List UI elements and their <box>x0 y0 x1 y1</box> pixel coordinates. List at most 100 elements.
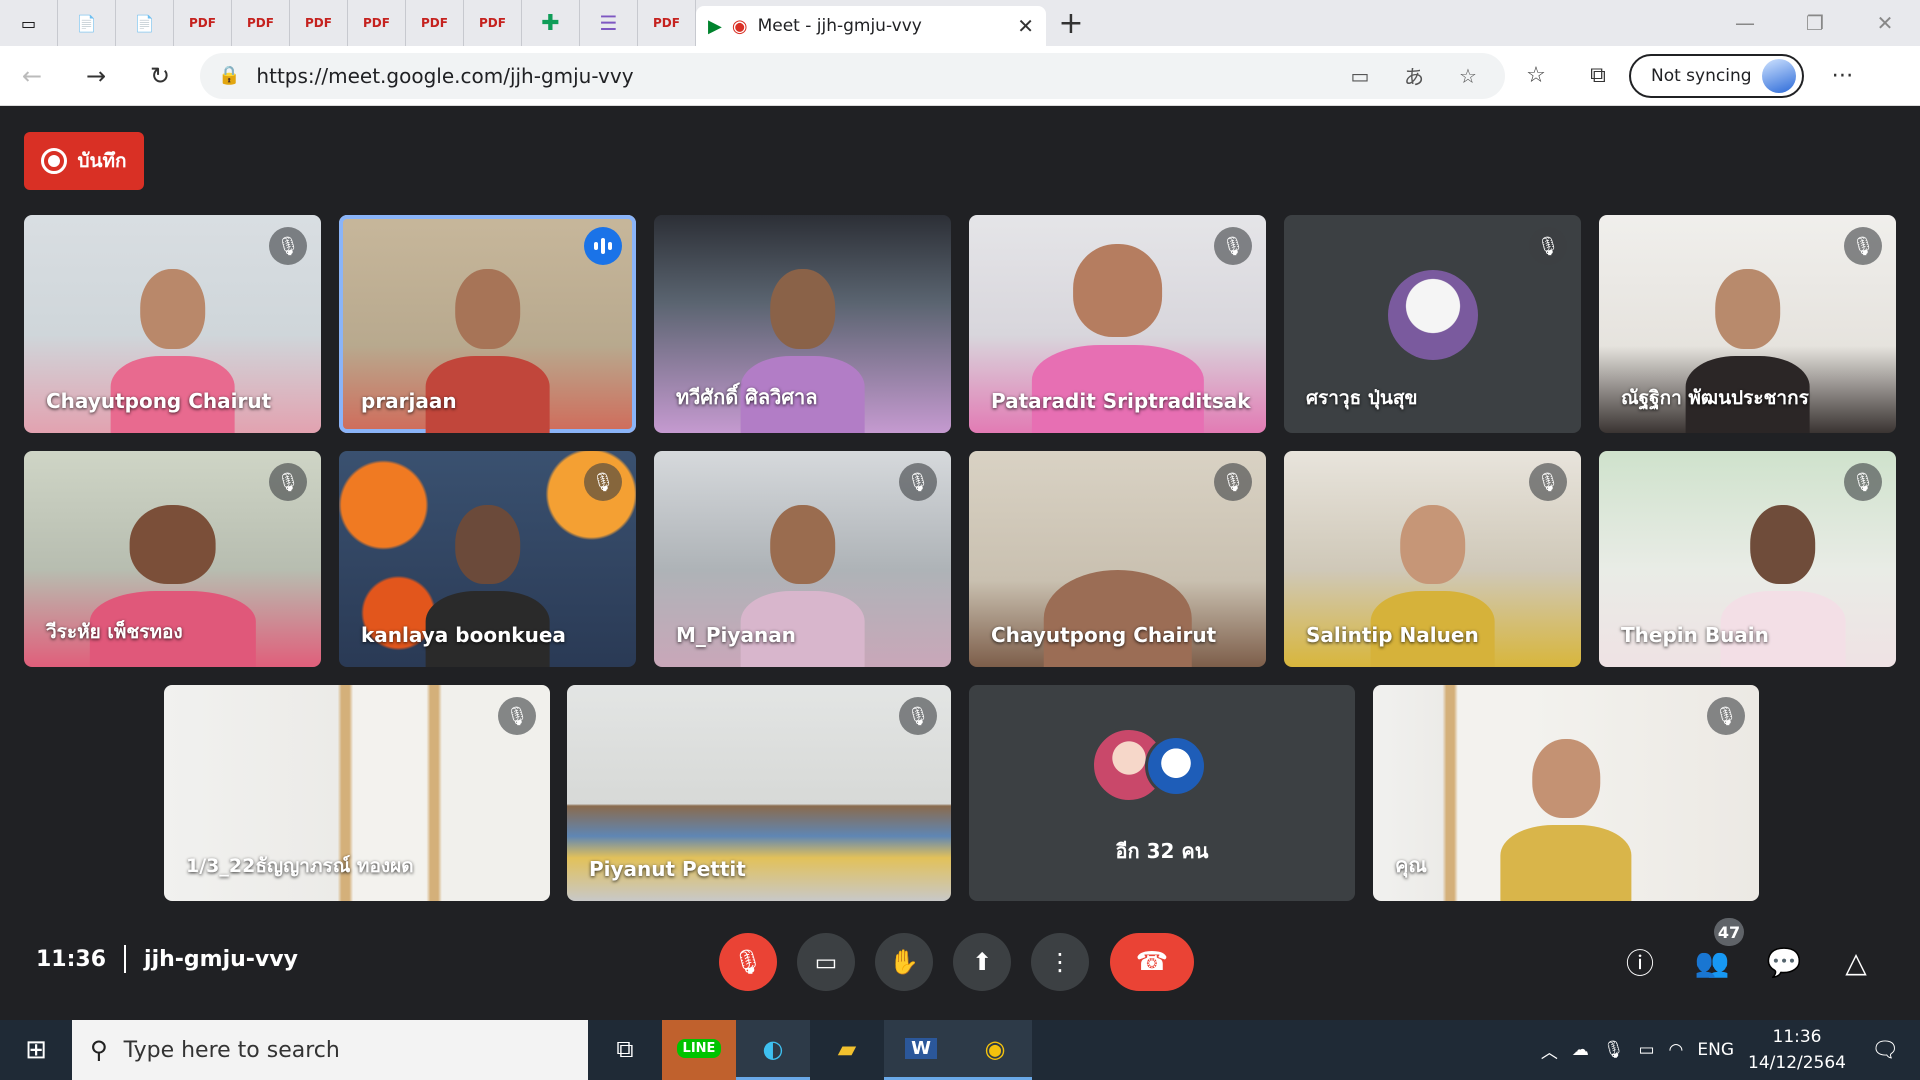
recording-dot-icon: ◉ <box>731 15 748 37</box>
tab-forms[interactable]: ☰ <box>580 0 638 46</box>
collections-icon[interactable]: ⧉ <box>1567 63 1629 88</box>
participant-name: Piyanut Pettit <box>589 857 746 881</box>
more-menu-icon[interactable]: ⋯ <box>1812 63 1874 88</box>
window-close-icon[interactable]: ✕ <box>1850 11 1920 35</box>
address-toolbar: ← → ↻ 🔒 https://meet.google.com/jjh-gmju… <box>0 46 1920 106</box>
activities-icon: △ <box>1845 945 1867 979</box>
participant-tile[interactable]: prarjaan <box>339 215 636 433</box>
participant-name: kanlaya boonkuea <box>361 623 566 647</box>
participant-tile[interactable]: 🎙 ณัฐฐิกา พัฒนประชากร <box>1599 215 1896 433</box>
mic-off-icon: 🎙 <box>899 697 937 735</box>
restore-icon[interactable]: ❐ <box>1780 11 1850 35</box>
tab-sheets[interactable]: ✚ <box>522 0 580 46</box>
taskbar-search[interactable]: ⚲ Type here to search <box>72 1020 588 1080</box>
add-favorite-icon[interactable]: ☆ <box>1449 64 1487 88</box>
participant-tile[interactable]: 🎙 วีระหัย เพ็ชรทอง <box>24 451 321 667</box>
tab-pdf-3[interactable]: PDF <box>290 0 348 46</box>
tab-pdf-7[interactable]: PDF <box>638 0 696 46</box>
profile-sync-button[interactable]: Not syncing <box>1629 53 1804 98</box>
participant-tile[interactable]: 🎙 kanlaya boonkuea <box>339 451 636 667</box>
participant-tile[interactable]: 🎙 Chayutpong Chairut <box>24 215 321 433</box>
participant-name: prarjaan <box>361 389 457 413</box>
record-button[interactable]: บันทึก <box>24 132 144 190</box>
tab-pdf-5[interactable]: PDF <box>406 0 464 46</box>
profile-avatar <box>1761 58 1796 93</box>
activities-button[interactable]: △ <box>1834 940 1878 984</box>
chat-button[interactable]: 💬 <box>1762 940 1806 984</box>
battery-icon[interactable]: ▭ <box>1638 1040 1654 1060</box>
camera-permission-icon[interactable]: ▭ <box>1341 64 1379 88</box>
leave-call-button[interactable]: ☎ <box>1110 933 1194 991</box>
participant-tile[interactable]: 🎙 Chayutpong Chairut <box>969 451 1266 667</box>
mic-off-icon: 🎙 <box>1529 463 1567 501</box>
tab-pdf-6[interactable]: PDF <box>464 0 522 46</box>
address-bar[interactable]: 🔒 https://meet.google.com/jjh-gmju-vvy ▭… <box>200 52 1505 99</box>
forward-button[interactable]: → <box>64 62 128 90</box>
participant-video <box>1043 569 1192 667</box>
chrome-icon: ◉ <box>984 1034 1006 1063</box>
chat-icon: 💬 <box>1766 945 1802 979</box>
present-screen-button[interactable]: ⬆ <box>953 933 1011 991</box>
participant-tile[interactable]: 🎙 Salintip Naluen <box>1284 451 1581 667</box>
favorites-icon[interactable]: ☆ <box>1505 63 1567 88</box>
taskbar-app-explorer[interactable]: ▰ <box>810 1020 884 1080</box>
participant-tile[interactable]: 🎙 Pataradit Sriptraditsak <box>969 215 1266 433</box>
new-tab-button[interactable]: + <box>1046 6 1096 41</box>
self-tile[interactable]: 🎙 คุณ <box>1373 685 1759 901</box>
mic-off-icon: 🎙 <box>498 697 536 735</box>
mic-toggle-button[interactable]: 🎙 <box>719 933 777 991</box>
back-button[interactable]: ← <box>0 62 64 90</box>
chevron-up-icon[interactable]: ︿ <box>1541 1038 1558 1063</box>
participant-tile[interactable]: 🎙 Piyanut Pettit <box>567 685 951 901</box>
participant-tile[interactable]: 🎙 M_Piyanan <box>654 451 951 667</box>
tab-actions-icon[interactable]: ▭ <box>0 0 58 46</box>
translate-icon[interactable]: あ <box>1395 61 1433 90</box>
camera-icon: ▭ <box>814 948 838 976</box>
tab-blank-1[interactable]: 📄 <box>58 0 116 46</box>
taskbar-clock[interactable]: 11:36 14/12/2564 <box>1748 1024 1846 1076</box>
raise-hand-button[interactable]: ✋ <box>875 933 933 991</box>
tab-blank-2[interactable]: 📄 <box>116 0 174 46</box>
taskbar-app-word[interactable]: W <box>884 1020 958 1080</box>
taskbar-app-chrome[interactable]: ◉ <box>958 1020 1032 1080</box>
close-icon[interactable]: ✕ <box>1017 14 1034 38</box>
url-text[interactable]: https://meet.google.com/jjh-gmju-vvy <box>256 64 1325 88</box>
task-view-button[interactable]: ⧉ <box>588 1020 662 1080</box>
mic-off-icon: 🎙 <box>269 227 307 265</box>
lock-icon[interactable]: 🔒 <box>218 65 240 86</box>
camera-toggle-button[interactable]: ▭ <box>797 933 855 991</box>
wifi-icon[interactable]: ◠ <box>1669 1040 1684 1060</box>
participant-name: Salintip Naluen <box>1306 623 1479 647</box>
participants-button[interactable]: 👥 <box>1690 940 1734 984</box>
edge-icon: ◐ <box>762 1034 784 1063</box>
microphone-icon[interactable]: 🎙 <box>1603 1040 1625 1060</box>
refresh-button[interactable]: ↻ <box>128 62 192 90</box>
more-options-button[interactable]: ⋮ <box>1031 933 1089 991</box>
others-tile[interactable]: อีก 32 คน <box>969 685 1355 901</box>
participant-tile[interactable]: 🎙 Thepin Buain <box>1599 451 1896 667</box>
notification-icon[interactable]: 🗨 <box>1860 1038 1910 1063</box>
participant-name: ศราวุธ ปุ่นสุข <box>1306 387 1418 409</box>
cloud-offline-icon[interactable]: ☁ <box>1572 1040 1589 1060</box>
participant-tile[interactable]: 🎙 ศราวุธ ปุ่นสุข <box>1284 215 1581 433</box>
meeting-time: 11:36 <box>36 946 107 972</box>
taskbar-app-edge[interactable]: ◐ <box>736 1020 810 1080</box>
participant-tile[interactable]: 🎙 1/3_22ธัญญาภรณ์ ทองผด <box>164 685 550 901</box>
clock-date: 14/12/2564 <box>1748 1053 1846 1073</box>
meeting-details-button[interactable]: ⓘ <box>1618 940 1662 984</box>
taskbar-app-line[interactable]: LINE <box>662 1020 736 1080</box>
tab-meet-active[interactable]: ▶ ◉ Meet - jjh-gmju-vvy ✕ <box>696 6 1046 46</box>
windows-logo-icon: ⊞ <box>25 1035 47 1065</box>
participant-tile[interactable]: ทวีศักดิ์ ศิลวิศาล <box>654 215 951 433</box>
system-tray: ︿ ☁ 🎙 ▭ ◠ ENG 11:36 14/12/2564 🗨 <box>1541 1024 1920 1076</box>
tab-title: Meet - jjh-gmju-vvy <box>757 16 922 36</box>
folder-icon: ▰ <box>837 1034 857 1063</box>
clock-time: 11:36 <box>1772 1027 1822 1047</box>
meeting-code: jjh-gmju-vvy <box>144 946 298 972</box>
minimize-icon[interactable]: — <box>1710 11 1780 35</box>
tab-pdf-1[interactable]: PDF <box>174 0 232 46</box>
tab-pdf-4[interactable]: PDF <box>348 0 406 46</box>
start-button[interactable]: ⊞ <box>0 1020 72 1080</box>
language-indicator[interactable]: ENG <box>1697 1040 1734 1060</box>
tab-pdf-2[interactable]: PDF <box>232 0 290 46</box>
